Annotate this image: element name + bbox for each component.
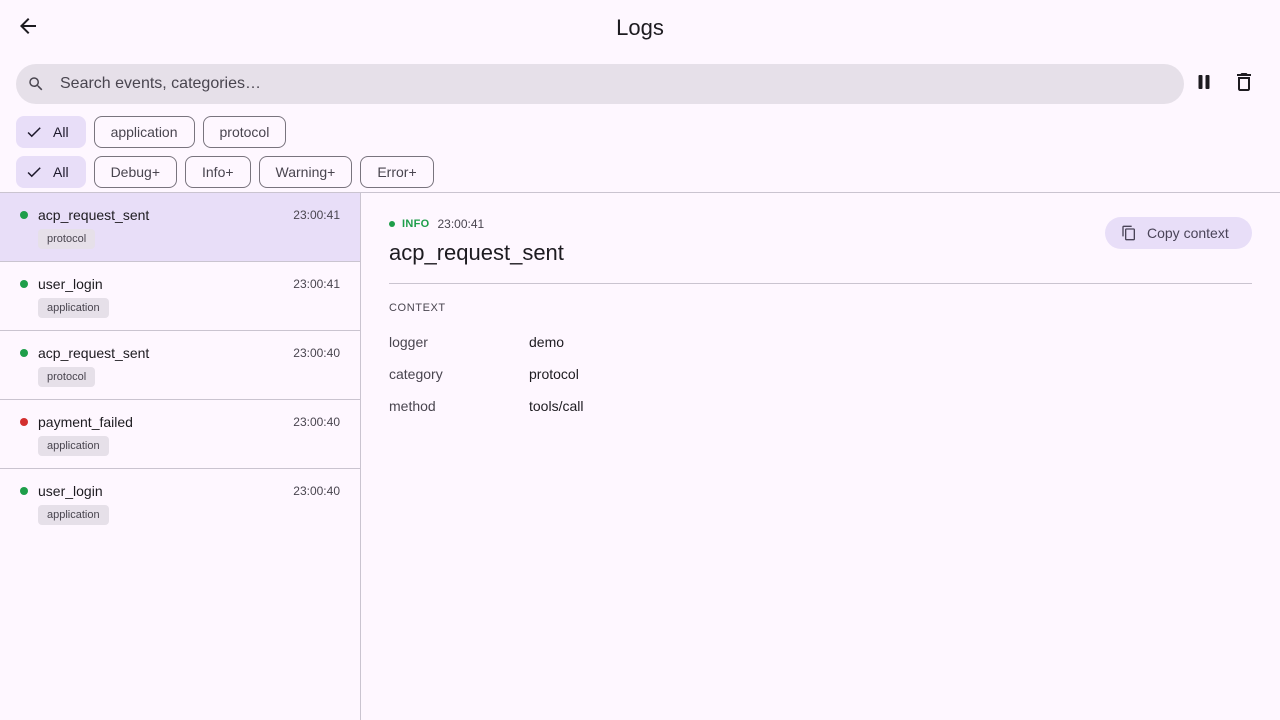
category-chip-protocol[interactable]: protocol xyxy=(202,116,287,148)
status-dot xyxy=(20,418,28,426)
level-filter-row: All Debug+ Info+ Warning+ Error+ xyxy=(16,156,434,188)
category-tag: application xyxy=(38,298,109,318)
pause-icon xyxy=(1192,70,1216,99)
chip-label: All xyxy=(53,124,69,140)
pause-button[interactable] xyxy=(1184,64,1224,104)
level-chip-info[interactable]: Info+ xyxy=(185,156,251,188)
context-section-label: CONTEXT xyxy=(389,302,446,314)
status-dot xyxy=(20,280,28,288)
back-button[interactable] xyxy=(8,8,48,48)
category-tag: application xyxy=(38,505,109,525)
status-dot xyxy=(20,487,28,495)
context-value: demo xyxy=(529,334,565,350)
delete-icon xyxy=(1232,70,1256,99)
app-bar: Logs xyxy=(0,0,1280,56)
level-dot xyxy=(389,221,395,227)
chip-label: Warning+ xyxy=(275,164,336,180)
detail-title: acp_request_sent xyxy=(389,240,564,265)
event-row[interactable]: user_login 23:00:41 application xyxy=(0,262,360,331)
level-chip-debug[interactable]: Debug+ xyxy=(93,156,177,188)
context-value: protocol xyxy=(529,366,579,382)
event-row[interactable]: acp_request_sent 23:00:41 protocol xyxy=(0,193,360,262)
status-dot xyxy=(20,349,28,357)
chip-label: All xyxy=(53,164,69,180)
event-name: payment_failed xyxy=(38,414,133,430)
context-key: logger xyxy=(389,334,428,350)
event-time: 23:00:40 xyxy=(293,346,340,360)
chip-label: Debug+ xyxy=(110,164,160,180)
chip-label: Info+ xyxy=(202,164,234,180)
level-chip-all[interactable]: All xyxy=(16,156,86,188)
level-chip-warning[interactable]: Warning+ xyxy=(258,156,353,188)
event-list: acp_request_sent 23:00:41 protocol user_… xyxy=(0,193,360,720)
category-filter-row: All application protocol xyxy=(16,116,287,148)
detail-divider xyxy=(389,283,1252,284)
copy-icon xyxy=(1121,224,1139,242)
event-row[interactable]: acp_request_sent 23:00:40 protocol xyxy=(0,331,360,400)
arrow-back-icon xyxy=(16,14,40,43)
search-icon xyxy=(16,64,56,104)
detail-meta: INFO 23:00:41 xyxy=(389,217,484,231)
event-row[interactable]: user_login 23:00:40 application xyxy=(0,469,360,538)
event-time: 23:00:40 xyxy=(293,484,340,498)
event-name: acp_request_sent xyxy=(38,345,150,361)
category-tag: protocol xyxy=(38,367,96,387)
page-title: Logs xyxy=(616,15,664,40)
check-icon xyxy=(25,123,43,141)
clear-logs-button[interactable] xyxy=(1224,64,1264,104)
level-badge: INFO xyxy=(402,218,430,230)
event-name: acp_request_sent xyxy=(38,207,150,223)
context-key: category xyxy=(389,366,443,382)
search-input[interactable] xyxy=(56,64,1184,104)
detail-time: 23:00:41 xyxy=(437,217,485,231)
event-name: user_login xyxy=(38,276,103,292)
status-dot xyxy=(20,211,28,219)
search-bar xyxy=(16,64,1184,104)
pane-divider xyxy=(360,193,361,720)
category-tag: protocol xyxy=(38,229,96,249)
context-value: tools/call xyxy=(529,398,584,414)
category-chip-application[interactable]: application xyxy=(93,116,195,148)
event-row[interactable]: payment_failed 23:00:40 application xyxy=(0,400,360,469)
chip-label: protocol xyxy=(219,124,270,140)
check-icon xyxy=(25,163,43,181)
copy-context-button[interactable]: Copy context xyxy=(1105,217,1252,249)
category-chip-all[interactable]: All xyxy=(16,116,86,148)
event-time: 23:00:40 xyxy=(293,415,340,429)
event-time: 23:00:41 xyxy=(293,277,340,291)
chip-label: application xyxy=(110,124,178,140)
event-name: user_login xyxy=(38,483,103,499)
event-time: 23:00:41 xyxy=(293,208,340,222)
chip-label: Error+ xyxy=(377,164,417,180)
context-key: method xyxy=(389,398,436,414)
category-tag: application xyxy=(38,436,109,456)
copy-context-label: Copy context xyxy=(1147,225,1229,241)
level-chip-error[interactable]: Error+ xyxy=(360,156,434,188)
event-detail-pane: INFO 23:00:41 acp_request_sent Copy cont… xyxy=(389,193,1252,720)
